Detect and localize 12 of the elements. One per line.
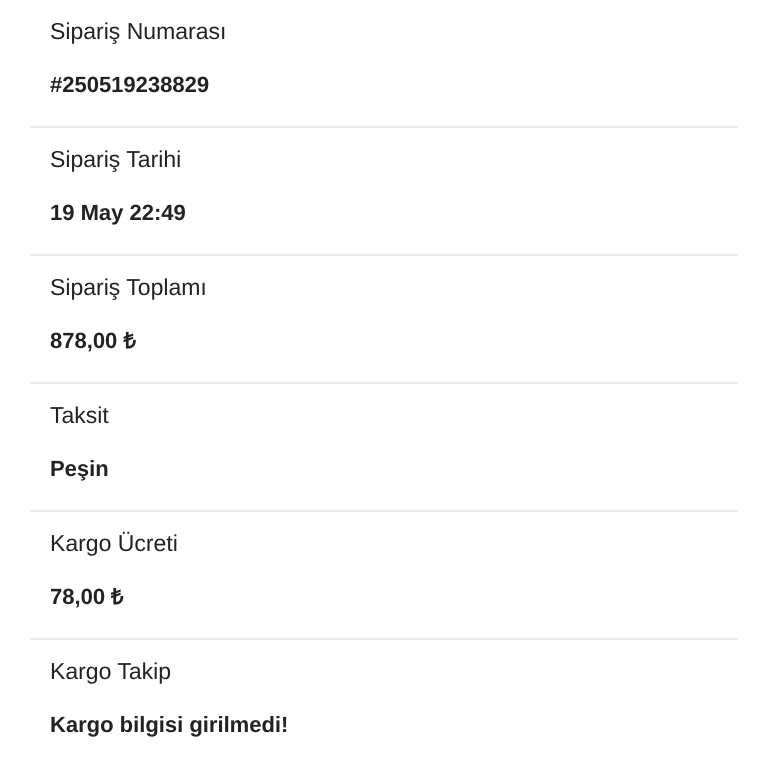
- field-label: Sipariş Tarihi: [50, 145, 182, 174]
- field-label: Kargo Takip: [50, 657, 172, 686]
- field-label: Kargo Ücreti: [50, 529, 178, 558]
- field-value: 19 May 22:49: [50, 199, 186, 227]
- field-value: #250519238829: [50, 71, 210, 99]
- field-label: Sipariş Toplamı: [50, 273, 207, 302]
- field-value: 878,00 ₺: [50, 327, 136, 355]
- field-label: Taksit: [50, 401, 109, 430]
- field-value: 78,00 ₺: [50, 583, 124, 611]
- field-value: Kargo bilgisi girilmedi!: [50, 711, 288, 739]
- field-value: Peşin: [50, 455, 109, 483]
- field-label: Sipariş Numarası: [50, 17, 226, 46]
